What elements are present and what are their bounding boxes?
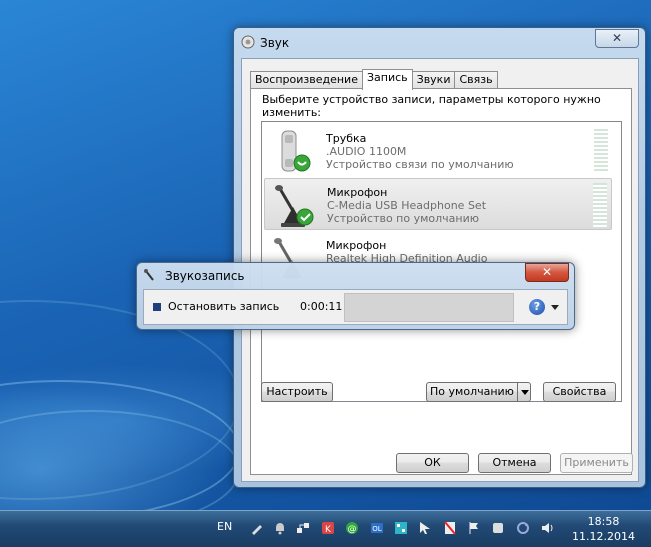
elapsed-time: 0:00:11 <box>300 300 343 313</box>
clock[interactable]: 18:58 11.12.2014 <box>572 514 635 544</box>
flag-icon[interactable] <box>467 521 481 535</box>
device-status: Устройство связи по умолчанию <box>326 158 514 171</box>
cancel-button[interactable]: Отмена <box>478 453 551 473</box>
sound-recorder-window: Звукозапись ✕ Остановить запись 0:00:11 … <box>136 262 575 330</box>
tab-playback[interactable]: Воспроизведение <box>250 71 363 89</box>
network-icon[interactable] <box>296 521 310 535</box>
list-item[interactable]: Трубка .AUDIO 1100M Устройство связи по … <box>264 125 612 177</box>
chevron-down-icon[interactable] <box>551 305 559 310</box>
device-icon[interactable] <box>491 521 505 535</box>
handset-icon <box>281 130 311 172</box>
sound-window: Звук ✕ Воспроизведение Запись Звуки Связ… <box>233 27 646 488</box>
device-driver: C-Media USB Headphone Set <box>327 199 487 212</box>
device-name: Микрофон <box>327 186 388 199</box>
taskbar: EN K @ OL 18:58 11.12.2014 <box>0 510 651 547</box>
tab-communications[interactable]: Связь <box>454 71 498 89</box>
mail-icon[interactable]: @ <box>345 521 359 535</box>
language-indicator[interactable]: EN <box>217 520 232 533</box>
window-title: Звукозапись <box>165 269 245 283</box>
level-meter <box>344 293 514 322</box>
set-default-button[interactable]: По умолчанию <box>426 382 518 402</box>
svg-text:OL: OL <box>372 525 382 533</box>
notification-icon[interactable] <box>273 521 287 535</box>
stop-icon[interactable] <box>153 303 161 311</box>
flag-off-icon[interactable] <box>443 521 457 535</box>
pen-icon[interactable] <box>250 521 264 535</box>
outlook-icon[interactable]: OL <box>370 521 384 535</box>
sync-icon[interactable] <box>516 521 530 535</box>
antivirus-icon[interactable]: K <box>321 521 335 535</box>
list-item[interactable]: Микрофон C-Media USB Headphone Set Устро… <box>264 178 612 230</box>
microphone-icon <box>144 269 154 281</box>
window-title: Звук <box>260 36 290 50</box>
tab-sounds[interactable]: Звуки <box>411 71 456 89</box>
stop-recording-button[interactable]: Остановить запись <box>168 300 279 313</box>
level-meter <box>593 183 607 227</box>
ok-button[interactable]: ОК <box>396 453 469 473</box>
configure-button[interactable]: Настроить <box>261 382 333 402</box>
volume-icon[interactable] <box>540 521 554 535</box>
clock-time: 18:58 <box>587 515 620 528</box>
level-meter <box>594 129 608 173</box>
qr-icon[interactable] <box>394 521 408 535</box>
cursor-icon[interactable] <box>418 521 432 535</box>
microphone-icon <box>275 185 314 227</box>
instruction-text: Выберите устройство записи, параметры ко… <box>262 93 601 119</box>
properties-button[interactable]: Свойства <box>543 382 616 402</box>
device-name: Микрофон <box>326 239 387 252</box>
recorder-body: Остановить запись 0:00:11 ? <box>143 289 568 325</box>
tab-strip: Воспроизведение Запись Звуки Связь <box>250 69 498 90</box>
close-button[interactable]: ✕ <box>525 263 569 282</box>
device-name: Трубка <box>326 132 367 145</box>
device-status: Устройство по умолчанию <box>327 212 480 225</box>
help-icon[interactable]: ? <box>529 299 545 315</box>
close-button[interactable]: ✕ <box>595 29 639 48</box>
clock-date: 11.12.2014 <box>572 530 635 543</box>
device-driver: .AUDIO 1100M <box>326 145 407 158</box>
apply-button[interactable]: Применить <box>560 453 633 473</box>
sound-settings-icon <box>241 35 255 49</box>
svg-text:@: @ <box>348 525 357 535</box>
tab-recording[interactable]: Запись <box>361 69 413 90</box>
set-default-dropdown[interactable] <box>517 382 531 402</box>
